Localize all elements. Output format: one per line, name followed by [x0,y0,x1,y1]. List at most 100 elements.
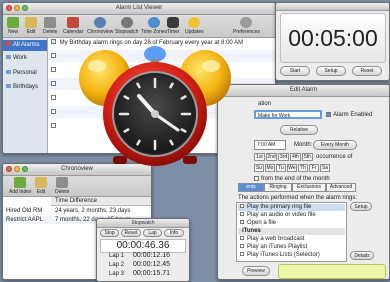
day-ordinal-2nd[interactable]: 2nd [266,153,277,161]
timer-reset-button[interactable]: Reset [352,66,382,76]
time-difference-column-header: Time Difference [51,197,151,206]
alarm-groups-sidebar: All Alarms Work Personal Birthdays [3,38,48,153]
chronoview-toolbar: Add Index Edit Delete [3,176,151,197]
alarm-enabled-checkbox[interactable] [51,53,56,58]
alarm-enabled-label: Alarm Enabled [333,112,373,118]
day-ordinal-5th[interactable]: 5th [302,153,313,161]
action-item[interactable]: Play a web broadcast [238,236,345,243]
delete-index-button[interactable]: Delete [55,177,69,195]
stopwatch-button[interactable]: Stopwatch [115,17,138,35]
action-setup-button[interactable]: Setup [350,202,372,211]
globe-icon [148,17,161,28]
delete-alarm-button[interactable]: Delete [43,17,57,35]
weekday-th[interactable]: Th [298,164,308,172]
tab-advanced[interactable]: Advanced [326,183,356,192]
alarm-list-toolbar: New Edit Delete Calendar Chronoview Stop… [3,15,275,38]
alarm-name-field[interactable]: Make for Work [254,110,322,119]
calendar-icon [67,17,80,28]
action-checkbox[interactable] [240,252,244,256]
weekday-tu[interactable]: Tu [276,164,286,172]
alarm-mode-select[interactable]: Relative [280,125,318,135]
day-ordinal-3rd[interactable]: 3rd [278,153,289,161]
action-item[interactable]: Play the primary ring file [238,204,345,211]
weekday-sa[interactable]: Sa [320,164,330,172]
action-checkbox[interactable] [240,220,244,224]
action-checkbox[interactable] [240,244,244,248]
pencil-icon [25,17,37,28]
alarm-enabled-checkbox[interactable] [51,67,56,72]
weekday-fr[interactable]: Fr [309,164,319,172]
stopwatch-info-button[interactable]: Info [164,229,184,237]
sidebar-item-personal[interactable]: Personal [3,68,47,79]
preview-button[interactable]: Preview [242,266,270,276]
from-end-checkbox[interactable] [254,176,259,181]
stopwatch-lap-button[interactable]: Lap [143,229,162,237]
alarm-enabled-checkbox[interactable] [51,81,56,86]
chronoview-button[interactable]: Chronoview [87,17,113,35]
new-alarm-button[interactable]: New [7,17,19,35]
alarm-enabled-checkbox[interactable] [51,95,56,100]
action-item[interactable]: Open a file [238,220,345,227]
alarm-enabled-checkbox[interactable] [51,123,56,128]
confirm-button-highlight[interactable] [278,264,386,279]
plus-icon [14,177,27,188]
calendar-button[interactable]: Calendar [63,17,83,35]
sidebar-item-all-alarms[interactable]: All Alarms [3,40,47,51]
edit-alarm-window: Edit Alarm ation Make for Work Alarm Ena… [217,84,390,280]
timer-start-button[interactable]: Start [280,66,310,76]
alarm-time-field[interactable]: 7:00 AM [254,140,286,150]
actions-header: The actions performed when the alarm rin… [238,195,358,201]
edit-alarm-button[interactable]: Edit [25,17,37,35]
alarm-name-label: ation [258,101,272,107]
time-zones-button[interactable]: Time Zones [141,17,167,35]
action-item[interactable]: Play an iTunes Playlist [238,244,345,251]
weekday-we[interactable]: We [287,164,297,172]
alarm-enabled-checkbox[interactable] [51,39,56,44]
smiley-icon [188,17,201,28]
action-checkbox[interactable] [240,212,244,216]
month-select[interactable]: Every Month [313,140,357,150]
stopwatch-stop-button[interactable]: Stop [100,229,119,237]
action-item[interactable]: Play iTunes Lists (Selector) [238,252,345,259]
stopwatch-main-display: 00:00:46.36 [100,239,186,253]
sidebar-item-birthdays[interactable]: Birthdays [3,82,47,93]
timer-setup-button[interactable]: Setup [316,66,346,76]
stopwatch-window: Stopwatch Stop Reset Lap Info 00:00:46.3… [96,218,190,282]
stopwatch-reset-button[interactable]: Reset [121,229,141,237]
lap-row: Lap 2 [109,262,125,268]
weekday-mo[interactable]: Mo [265,164,275,172]
tab-events[interactable]: ents [238,183,264,192]
index-name: Hired Old RM [6,208,43,214]
left-foot [113,156,127,164]
trash-icon [56,177,69,188]
table-row[interactable]: Hired Old RM 24 years, 2 months, 23 days [3,207,151,215]
alarm-list-titlebar: Alarm List Viewer [3,3,275,15]
action-details-button[interactable]: Details [350,251,374,260]
stopwatch-titlebar: Stopwatch [97,219,189,228]
action-item[interactable]: Play an audio or video file [238,212,345,219]
window-title: Chronoview [61,166,93,172]
index-name: Restrict AAPL [6,217,44,223]
add-index-button[interactable]: Add Index [9,177,32,195]
tab-exclusions[interactable]: Exclusions [292,183,326,192]
day-ordinal-4th[interactable]: 4th [290,153,301,161]
action-checkbox[interactable] [240,236,244,240]
preferences-button[interactable]: Preferences [233,17,260,35]
timer-button[interactable]: Timer [167,17,180,35]
weekday-su[interactable]: Su [254,164,264,172]
sidebar-item-work[interactable]: Work [3,53,47,64]
day-ordinal-1st[interactable]: 1st [254,153,265,161]
stopwatch-icon [120,17,133,28]
right-foot [183,156,197,164]
alarm-enabled-checkbox[interactable] [326,112,331,117]
updates-button[interactable]: Updates [185,17,204,35]
folder-icon [6,70,11,74]
tab-ringing[interactable]: Ringing [264,183,292,192]
lap-time: 00:00:12.16 [133,252,170,259]
action-group-header: iTunes [238,228,345,235]
action-checkbox[interactable] [240,204,244,208]
edit-index-button[interactable]: Edit [35,177,47,195]
alarm-enabled-checkbox[interactable] [51,109,56,114]
timer-display: 00:05:00 [280,13,386,63]
timer-titlebar [276,3,389,11]
